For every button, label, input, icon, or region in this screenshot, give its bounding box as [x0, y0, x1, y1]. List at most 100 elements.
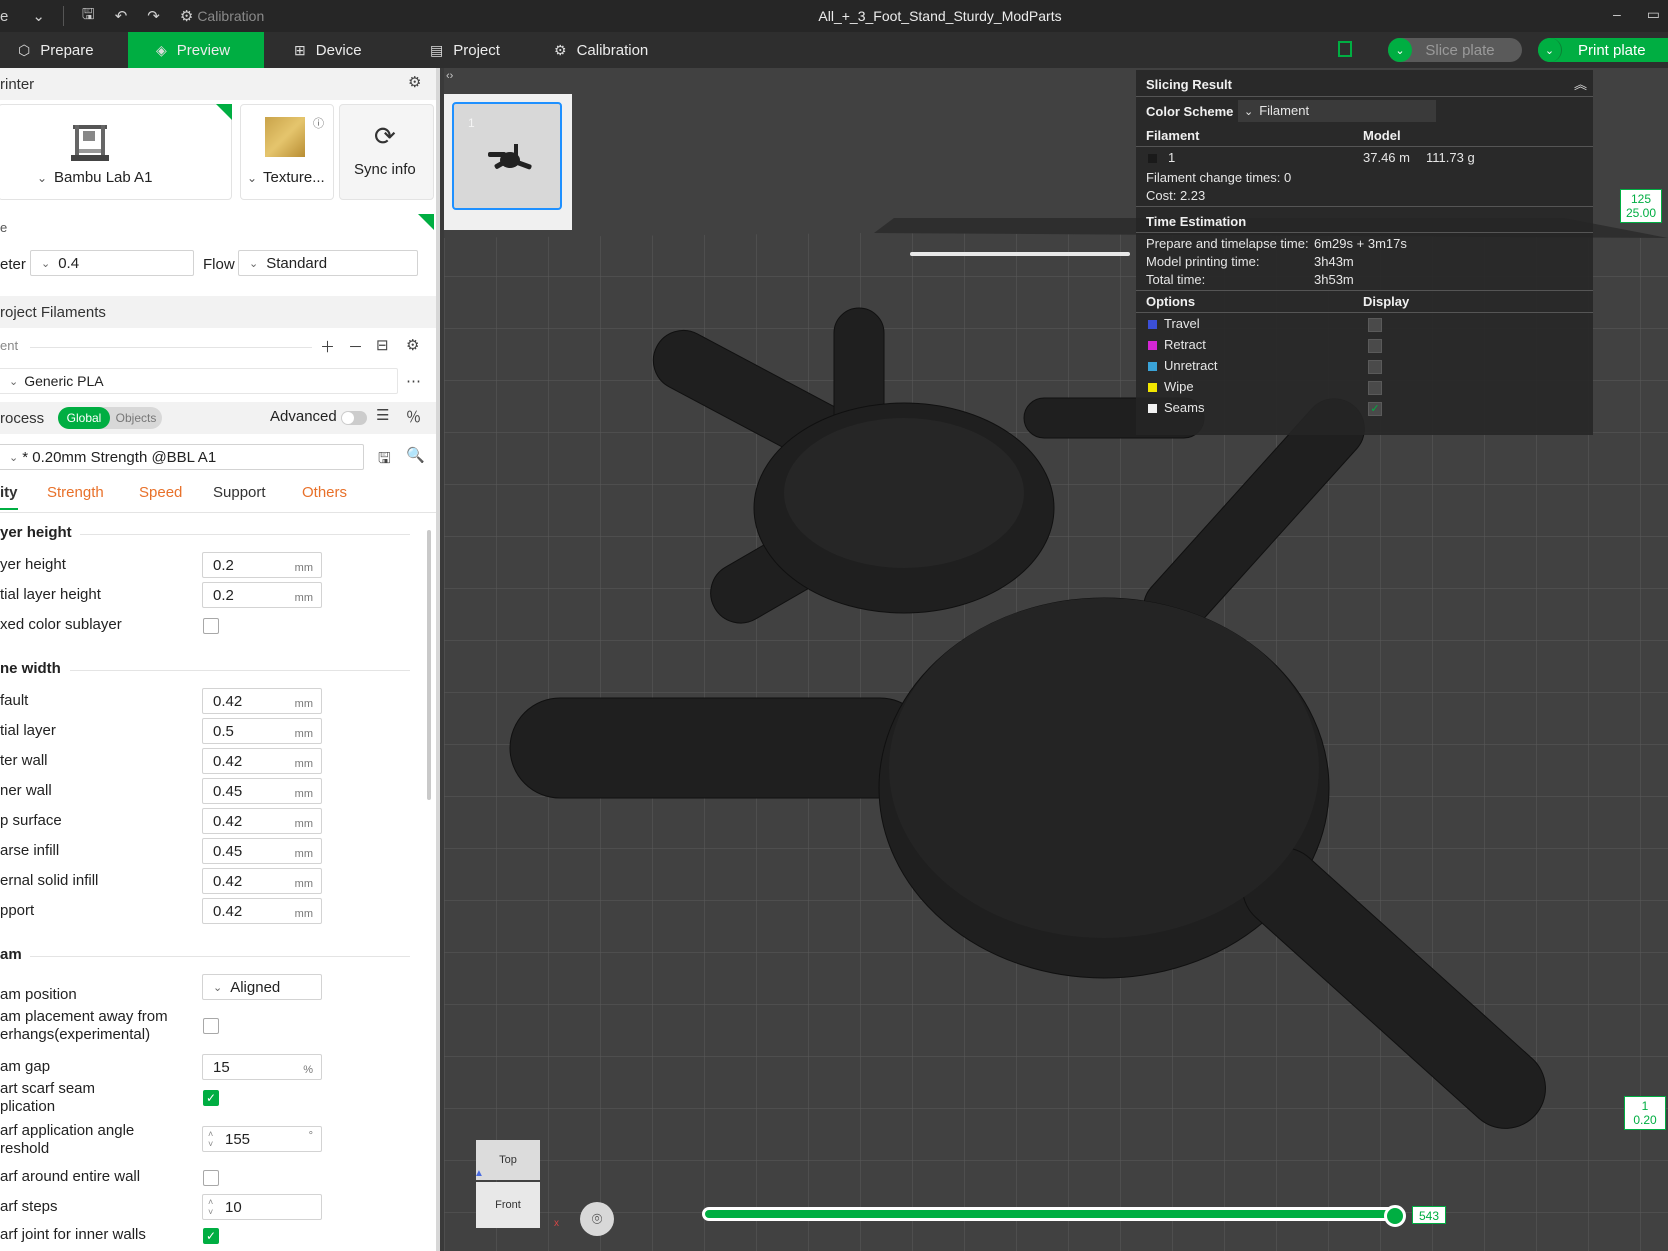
- calibration-title-label[interactable]: Calibration: [197, 8, 264, 24]
- outer-wall-width-input[interactable]: 0.42 mm: [202, 748, 322, 774]
- inner-wall-width-input[interactable]: 0.45 mm: [202, 778, 322, 804]
- tab-device[interactable]: ⊞ Device: [294, 32, 404, 68]
- unit: °: [308, 1130, 313, 1142]
- diameter-select[interactable]: ⌄ 0.4: [30, 250, 194, 276]
- filament-length: 37.46 m: [1363, 150, 1410, 165]
- save-icon[interactable]: 🖫: [82, 4, 95, 29]
- global-objects-toggle[interactable]: Global Objects: [58, 407, 162, 429]
- smart-scarf-checkbox[interactable]: ✓: [203, 1090, 219, 1106]
- plate-card[interactable]: ⓘ ⌄ Texture...: [240, 104, 334, 200]
- toggle-objects[interactable]: Objects: [110, 407, 162, 429]
- filament-sync-icon[interactable]: ⊟: [376, 336, 389, 354]
- gear-icon[interactable]: ⚙: [406, 336, 419, 354]
- default-width-input[interactable]: 0.42 mm: [202, 688, 322, 714]
- save-icon[interactable]: 🖫: [378, 448, 391, 473]
- top-surface-width-input[interactable]: 0.42 mm: [202, 808, 322, 834]
- scarf-entire-wall-checkbox[interactable]: [203, 1170, 219, 1186]
- redo-icon[interactable]: ↷: [147, 7, 160, 25]
- advanced-switch[interactable]: [341, 411, 367, 425]
- collapse-strip-icon[interactable]: ‹›: [446, 70, 453, 82]
- retract-display-checkbox[interactable]: [1368, 339, 1382, 353]
- undo-icon[interactable]: ↶: [115, 7, 128, 25]
- progress-slider-handle[interactable]: [1384, 1205, 1406, 1227]
- seam-gap-input[interactable]: 15%: [202, 1054, 322, 1080]
- sparse-infill-width-label: arse infill: [0, 842, 60, 859]
- title-bar: e ⌄ 🖫 ↶ ↷ ⚙ Calibration All_+_3_Foot_Sta…: [0, 0, 1668, 32]
- flow-select[interactable]: ⌄ Standard: [238, 250, 418, 276]
- slice-dropdown-chevron-icon[interactable]: ⌄: [1388, 38, 1412, 62]
- scarf-inner-walls-checkbox[interactable]: ✓: [203, 1228, 219, 1244]
- scrollbar[interactable]: [427, 530, 431, 800]
- maximize-icon[interactable]: ▭: [1647, 6, 1660, 23]
- travel-display-checkbox[interactable]: [1368, 318, 1382, 332]
- tab-label: Project: [453, 41, 500, 59]
- layer-progress-slider[interactable]: [702, 1207, 1396, 1221]
- filament-select[interactable]: ⌄ Generic PLA: [0, 368, 398, 394]
- unretract-swatch: [1148, 362, 1157, 371]
- layer-height-input[interactable]: 0.2 mm: [202, 552, 322, 578]
- smart-scarf-label-1: art scarf seam: [0, 1080, 96, 1097]
- bottom-layer-indicator[interactable]: 1 0.20: [1624, 1096, 1666, 1130]
- percent-icon[interactable]: ％: [406, 406, 421, 427]
- chevron-down-icon[interactable]: ⌄: [32, 7, 45, 25]
- seams-display-checkbox[interactable]: ✓: [1368, 402, 1382, 416]
- info-icon[interactable]: ⓘ: [313, 115, 324, 131]
- tab-strength[interactable]: Strength: [47, 484, 104, 501]
- print-dropdown-chevron-icon[interactable]: ⌄: [1538, 38, 1562, 62]
- options-header: Options: [1146, 294, 1196, 309]
- tab-quality[interactable]: ity: [0, 484, 18, 501]
- unit: mm: [294, 818, 313, 830]
- calibration-icon[interactable]: ⚙: [180, 7, 193, 25]
- tab-support[interactable]: Support: [213, 484, 266, 501]
- tab-project[interactable]: ▤ Project: [430, 32, 540, 68]
- view-front[interactable]: Front: [476, 1182, 540, 1228]
- toggle-global[interactable]: Global: [58, 407, 110, 429]
- layout-icon[interactable]: [1338, 41, 1352, 57]
- view-cube[interactable]: Top Front: [476, 1140, 540, 1238]
- scarf-steps-stepper[interactable]: ˄ ˅ 10: [202, 1194, 322, 1220]
- stepper-arrows-icon[interactable]: ˄ ˅: [208, 1197, 213, 1217]
- tab-others[interactable]: Others: [302, 484, 347, 501]
- view-top[interactable]: Top: [476, 1140, 540, 1180]
- tab-prepare[interactable]: ⬡ Prepare: [18, 32, 128, 68]
- printer-card[interactable]: ⌄ Bambu Lab A1: [0, 104, 232, 200]
- plate-thumbnail[interactable]: 1: [452, 102, 562, 210]
- unretract-display-checkbox[interactable]: [1368, 360, 1382, 374]
- remove-icon[interactable]: －: [348, 336, 363, 357]
- search-icon[interactable]: 🔍: [406, 446, 425, 464]
- tab-calibration[interactable]: ⚙ Calibration: [554, 32, 684, 68]
- top-layer-indicator[interactable]: 125 25.00: [1620, 189, 1662, 223]
- value: 0.5: [213, 722, 234, 740]
- seam-position-select[interactable]: ⌄ Aligned: [202, 974, 322, 1000]
- color-scheme-value: Filament: [1259, 103, 1310, 118]
- color-scheme-select[interactable]: ⌄ Filament: [1238, 100, 1436, 122]
- internal-solid-width-input[interactable]: 0.42 mm: [202, 868, 322, 894]
- process-preset-select[interactable]: ⌄ * 0.20mm Strength @BBL A1: [0, 444, 364, 470]
- sparse-infill-width-input[interactable]: 0.45 mm: [202, 838, 322, 864]
- tab-preview[interactable]: ◈ Preview: [128, 32, 264, 68]
- gear-icon[interactable]: ⚙: [408, 73, 421, 91]
- tab-speed[interactable]: Speed: [139, 484, 182, 501]
- seam-away-checkbox[interactable]: [203, 1018, 219, 1034]
- initial-layer-width-input[interactable]: 0.5 mm: [202, 718, 322, 744]
- camera-reset-icon[interactable]: ⌾: [580, 1202, 614, 1236]
- scarf-angle-stepper[interactable]: ˄ ˅ 155 °: [202, 1126, 322, 1152]
- chevron-down-icon: ⌄: [249, 257, 259, 270]
- file-menu[interactable]: e: [0, 8, 8, 25]
- smart-scarf-label-2: plication: [0, 1098, 56, 1115]
- initial-layer-height-input[interactable]: 0.2 mm: [202, 582, 322, 608]
- more-icon[interactable]: ⋯: [406, 372, 421, 390]
- sync-info-button[interactable]: ⟳ Sync info: [339, 104, 434, 200]
- axis-x-icon: x: [554, 1218, 559, 1229]
- plate-number: 1: [468, 116, 475, 130]
- mixed-color-checkbox[interactable]: [203, 618, 219, 634]
- stepper-arrows-icon[interactable]: ˄ ˅: [208, 1129, 213, 1149]
- add-icon[interactable]: ＋: [320, 336, 335, 357]
- collapse-chevron-up-icon[interactable]: ︽: [1574, 74, 1587, 93]
- minimize-icon[interactable]: –: [1613, 6, 1621, 23]
- support-width-input[interactable]: 0.42 mm: [202, 898, 322, 924]
- list-icon[interactable]: ☰: [376, 406, 389, 424]
- plate-texture-image: [265, 117, 305, 157]
- time-estimation-title: Time Estimation: [1146, 214, 1247, 229]
- wipe-display-checkbox[interactable]: [1368, 381, 1382, 395]
